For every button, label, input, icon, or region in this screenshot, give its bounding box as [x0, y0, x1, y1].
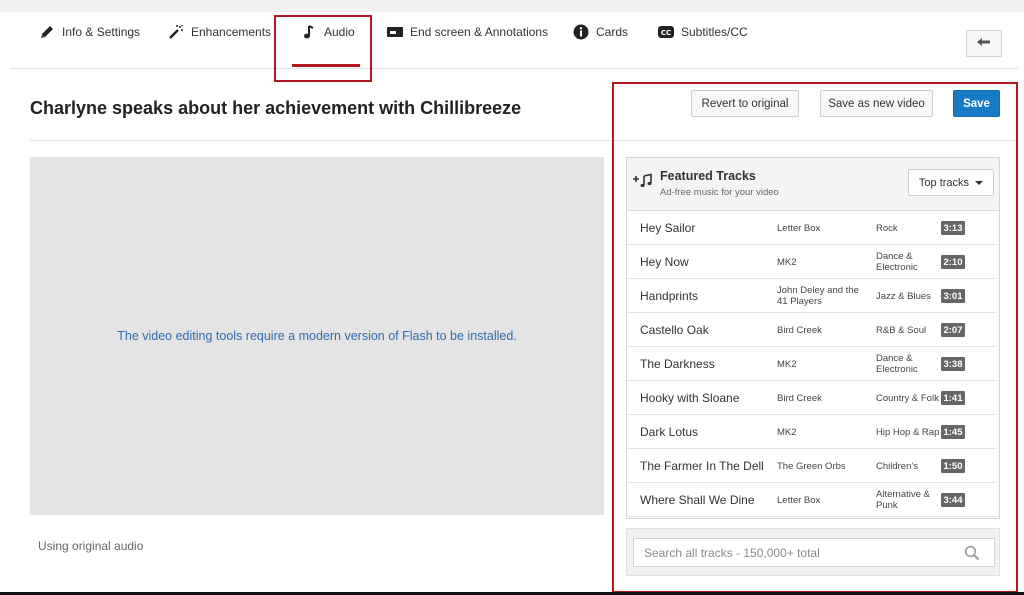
- tab-label: Info & Settings: [62, 25, 141, 39]
- audio-tab-highlight: [274, 15, 372, 82]
- search-icon[interactable]: [964, 545, 980, 561]
- track-artist: Bird Creek: [777, 392, 822, 404]
- track-duration: 2:10: [941, 255, 965, 269]
- back-arrow-icon: [976, 35, 992, 53]
- divider: [614, 140, 1016, 141]
- track-name: The Farmer In The Dell: [640, 459, 764, 473]
- video-player: The video editing tools require a modern…: [30, 157, 604, 515]
- track-row[interactable]: Castello Oak Bird Creek R&B & Soul 2:07: [627, 313, 996, 347]
- track-genre: Jazz & Blues: [876, 290, 931, 302]
- track-duration: 3:38: [941, 357, 965, 371]
- track-name: Handprints: [640, 289, 699, 303]
- featured-tracks-title: Featured Tracks: [660, 169, 756, 183]
- track-row[interactable]: Handprints John Deley and the 41 Players…: [627, 279, 996, 313]
- tab-subtitles-cc[interactable]: CC Subtitles/CC: [657, 24, 748, 40]
- closed-caption-icon: CC: [657, 24, 675, 40]
- track-genre: Children's: [876, 460, 918, 472]
- track-name: Hooky with Sloane: [640, 391, 740, 405]
- track-name: Dark Lotus: [640, 425, 699, 439]
- track-name: Hey Sailor: [640, 221, 696, 235]
- track-row[interactable]: The Farmer In The Dell The Green Orbs Ch…: [627, 449, 996, 483]
- divider: [30, 140, 610, 141]
- featured-tracks-panel: Featured Tracks Ad-free music for your v…: [626, 157, 1000, 519]
- save-as-new-video-button[interactable]: Save as new video: [820, 90, 933, 117]
- track-duration: 3:13: [941, 221, 965, 235]
- track-artist: Letter Box: [777, 222, 821, 234]
- track-duration: 1:41: [941, 391, 965, 405]
- track-duration: 1:50: [941, 459, 965, 473]
- track-artist: John Deley and the 41 Players: [777, 285, 859, 307]
- track-genre: Country & Folk: [876, 392, 939, 404]
- track-genre: Hip Hop & Rap: [876, 426, 940, 438]
- track-artist: MK2: [777, 426, 797, 438]
- track-genre: Dance & Electronic: [876, 353, 918, 375]
- track-genre: R&B & Soul: [876, 324, 927, 336]
- back-button[interactable]: [966, 30, 1002, 57]
- audio-status: Using original audio: [38, 539, 144, 553]
- track-duration: 3:01: [941, 289, 965, 303]
- track-list: Hey Sailor Letter Box Rock 3:13 Hey Now …: [627, 211, 999, 517]
- chevron-down-icon: [975, 180, 984, 185]
- tab-cards[interactable]: Cards: [572, 24, 628, 40]
- track-artist: MK2: [777, 256, 797, 268]
- track-row[interactable]: Hey Now MK2 Dance & Electronic 2:10: [627, 245, 996, 279]
- track-row[interactable]: Hooky with Sloane Bird Creek Country & F…: [627, 381, 996, 415]
- track-name: Castello Oak: [640, 323, 709, 337]
- tab-label: Cards: [596, 25, 629, 39]
- track-duration: 3:44: [941, 493, 965, 507]
- track-duration: 2:07: [941, 323, 965, 337]
- dropdown-label: Top tracks: [918, 176, 970, 189]
- info-icon: [572, 24, 590, 40]
- track-artist: The Green Orbs: [777, 460, 846, 472]
- tab-bar: [10, 12, 1018, 69]
- save-button[interactable]: Save: [953, 90, 1000, 117]
- app-root: Info & Settings Enhancements Audio End s…: [0, 0, 1024, 595]
- tracks-header: Featured Tracks Ad-free music for your v…: [627, 158, 999, 211]
- tab-enhancements[interactable]: Enhancements: [167, 24, 271, 40]
- track-row[interactable]: Hey Sailor Letter Box Rock 3:13: [627, 211, 996, 245]
- track-row[interactable]: Dark Lotus MK2 Hip Hop & Rap 1:45: [627, 415, 996, 449]
- track-genre: Dance & Electronic: [876, 251, 918, 273]
- flash-message: The video editing tools require a modern…: [117, 329, 517, 343]
- active-tab-indicator: [292, 64, 360, 67]
- pencil-icon: [38, 24, 56, 40]
- top-tracks-dropdown[interactable]: Top tracks: [908, 169, 994, 196]
- track-artist: Letter Box: [777, 494, 821, 506]
- magic-wand-icon: [167, 24, 185, 40]
- track-duration: 1:45: [941, 425, 965, 439]
- track-name: Where Shall We Dine: [640, 493, 755, 507]
- track-artist: Bird Creek: [777, 324, 822, 336]
- track-genre: Rock: [876, 222, 898, 234]
- tab-info-settings[interactable]: Info & Settings: [38, 24, 140, 40]
- track-genre: Alternative & Punk: [876, 489, 930, 511]
- track-name: The Darkness: [640, 357, 715, 371]
- tab-end-screen-annotations[interactable]: End screen & Annotations: [386, 24, 548, 40]
- track-search-bar: [626, 528, 1000, 576]
- video-title: Charlyne speaks about her achievement wi…: [30, 98, 522, 118]
- track-artist: MK2: [777, 358, 797, 370]
- track-name: Hey Now: [640, 255, 689, 269]
- add-music-icon: [632, 173, 654, 189]
- end-screen-icon: [386, 24, 404, 40]
- featured-tracks-subtitle: Ad-free music for your video: [660, 187, 779, 198]
- top-strip: [0, 0, 1024, 12]
- track-row[interactable]: The Darkness MK2 Dance & Electronic 3:38: [627, 347, 996, 381]
- search-input[interactable]: [633, 538, 995, 567]
- svg-text:CC: CC: [661, 29, 671, 37]
- track-row[interactable]: Where Shall We Dine Letter Box Alternati…: [627, 483, 996, 517]
- tab-label: Enhancements: [191, 25, 272, 39]
- revert-to-original-button[interactable]: Revert to original: [691, 90, 799, 117]
- tab-label: Subtitles/CC: [681, 25, 748, 39]
- tab-label: End screen & Annotations: [410, 25, 549, 39]
